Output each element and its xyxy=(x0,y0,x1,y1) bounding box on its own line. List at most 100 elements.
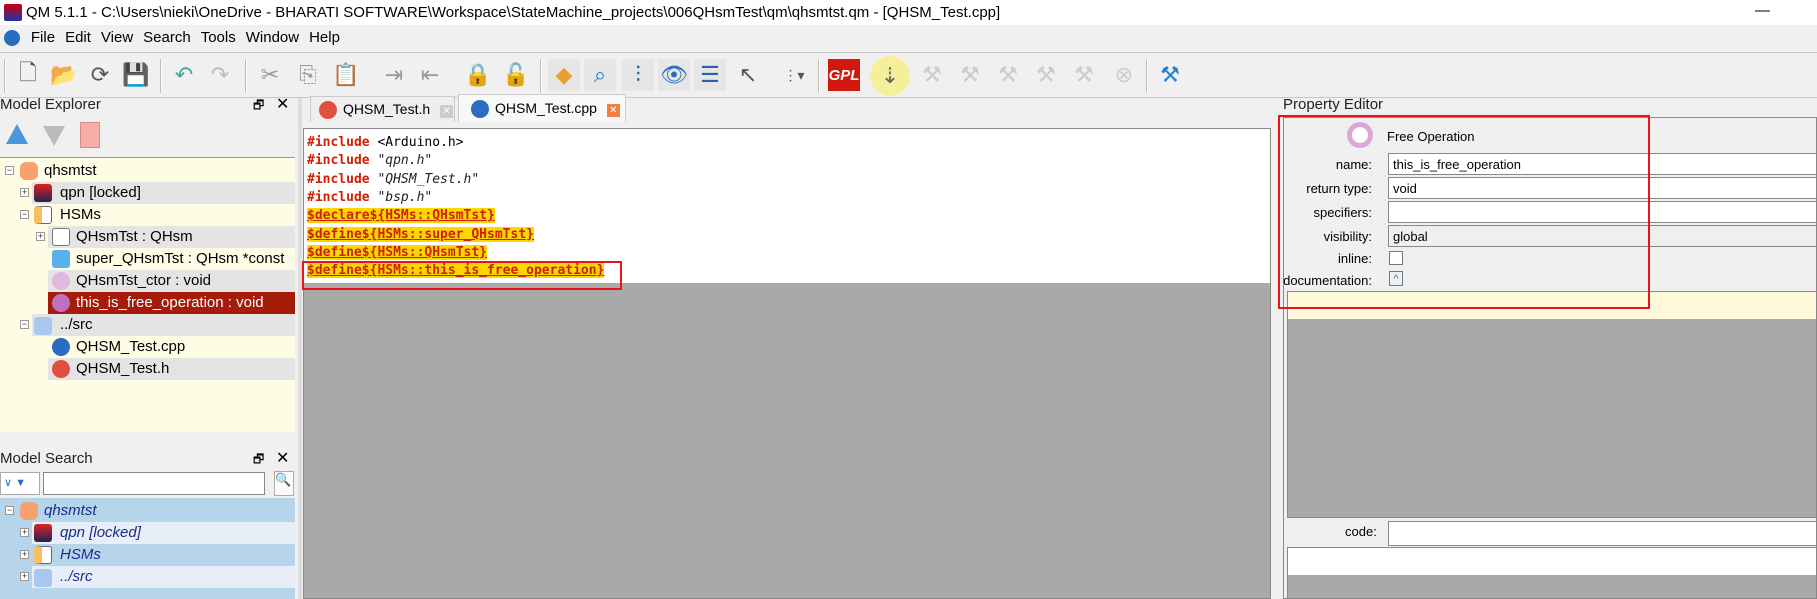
tree-item-super-qhsmtst[interactable]: super_QHsmTst : QHsm *const xyxy=(48,248,295,270)
reload-icon[interactable]: ⟳ xyxy=(84,59,116,91)
app-menu-icon[interactable] xyxy=(4,30,20,46)
model-explorer-title: Model Explorer xyxy=(0,96,101,113)
manage-tools-icon[interactable]: ⚒ xyxy=(1154,59,1186,91)
stop-icon[interactable]: ⊗ xyxy=(1108,59,1140,91)
cut-icon[interactable]: ✂ xyxy=(254,59,286,91)
highlight-box-properties xyxy=(1278,115,1650,309)
close-search-panel-icon[interactable]: ✕ xyxy=(276,448,289,468)
tree-item-qpn[interactable]: + qpn [locked] xyxy=(20,182,295,204)
search-item-qpn[interactable]: + qpn [locked] xyxy=(20,522,295,544)
model-explorer-tree: − qhsmtst + qpn [locked] − HSMs + QHsmTs… xyxy=(0,157,295,432)
splitter-left[interactable] xyxy=(298,98,302,599)
grid-dropdown-icon[interactable]: ⋮▾ xyxy=(778,59,810,91)
menu-window[interactable]: Window xyxy=(241,25,304,50)
menu-file[interactable]: File xyxy=(26,25,60,50)
delete-icon[interactable] xyxy=(80,122,100,148)
properties-icon[interactable]: ⫶ xyxy=(622,59,654,91)
directory-icon xyxy=(34,317,52,335)
lock-icon[interactable]: 🔒 xyxy=(462,59,494,91)
float-panel-icon[interactable]: 🗗 xyxy=(253,96,264,117)
package-folder-icon xyxy=(34,206,52,224)
directory-icon xyxy=(34,569,52,587)
pointer-icon[interactable]: ↖ xyxy=(732,59,764,91)
document-view-icon[interactable]: ☰ xyxy=(694,59,726,91)
debug-icon[interactable]: ⚒ xyxy=(1068,59,1100,91)
property-editor-title: Property Editor xyxy=(1283,96,1384,113)
code-keyword: #include xyxy=(307,171,370,187)
menu-bar: File Edit View Search Tools Window Help xyxy=(0,25,1817,52)
minimize-button[interactable]: — xyxy=(1755,2,1770,19)
menu-search[interactable]: Search xyxy=(138,25,196,50)
move-up-icon[interactable] xyxy=(6,124,28,144)
new-model-icon[interactable]: 🗋 xyxy=(12,59,44,91)
run-icon[interactable]: ⚒ xyxy=(1030,59,1062,91)
class-icon xyxy=(52,228,70,246)
unlock-icon[interactable]: 🔓 xyxy=(500,59,532,91)
code-textarea[interactable] xyxy=(1287,547,1817,599)
close-tab-icon[interactable]: ✕ xyxy=(606,104,620,117)
documentation-textarea[interactable] xyxy=(1287,291,1817,518)
find-icon[interactable]: ⌕ xyxy=(584,59,616,91)
tab-qhsm-test-cpp[interactable]: QHSM_Test.cpp ✕ xyxy=(458,94,626,122)
search-input[interactable] xyxy=(43,472,265,495)
code-line: $define${HSMs::QHsmTst} xyxy=(307,244,488,262)
operation-icon xyxy=(52,294,70,312)
search-item-hsms[interactable]: + HSMs xyxy=(20,544,295,566)
code-text: <Arduino.h> xyxy=(369,135,464,150)
search-item-qhsmtst[interactable]: − qhsmtst xyxy=(0,500,295,522)
save-icon[interactable]: 💾 xyxy=(120,59,152,91)
qp-package-icon xyxy=(34,524,52,542)
tree-item-src[interactable]: − ../src xyxy=(20,314,295,336)
toolbar: 🗋 📂 ⟳ 💾 ↶ ↷ ✂ ⎘ 📋 ⇥ ⇤ 🔒 🔓 ◆ ⌕ ⫶ 👁 ☰ ↖ ⋮▾… xyxy=(0,52,1817,98)
highlight-box-code xyxy=(302,261,622,290)
view-icon[interactable]: 👁 xyxy=(658,59,690,91)
menu-view[interactable]: View xyxy=(96,25,138,50)
redo-icon[interactable]: ↷ xyxy=(204,59,236,91)
code-line: #include "qpn.h" xyxy=(307,152,432,170)
code-editor[interactable] xyxy=(303,128,1271,599)
copy-icon[interactable]: ⎘ xyxy=(292,59,324,91)
code-line: $define${HSMs::super_QHsmTst} xyxy=(307,226,534,244)
link-export-icon[interactable]: ⇥ xyxy=(378,59,410,91)
move-down-icon[interactable] xyxy=(43,126,65,146)
link-import-icon[interactable]: ⇤ xyxy=(414,59,446,91)
tab-qhsm-test-h[interactable]: QHSM_Test.h ✕ xyxy=(310,96,455,122)
model-search-title: Model Search xyxy=(0,450,93,467)
code-line: #include <Arduino.h> xyxy=(307,134,464,152)
operation-icon xyxy=(52,272,70,290)
tree-item-qhsmtst-ctor[interactable]: QHsmTst_ctor : void xyxy=(48,270,295,292)
rebuild-icon[interactable]: ⚒ xyxy=(954,59,986,91)
gpl-license-button[interactable]: GPL xyxy=(828,59,860,91)
menu-tools[interactable]: Tools xyxy=(196,25,241,50)
open-model-icon[interactable]: 📂 xyxy=(48,59,80,91)
close-panel-icon[interactable]: ✕ xyxy=(276,94,289,114)
search-item-src[interactable]: + ../src xyxy=(20,566,295,588)
undo-icon[interactable]: ↶ xyxy=(168,59,200,91)
menu-help[interactable]: Help xyxy=(304,25,345,50)
search-button[interactable]: 🔍 xyxy=(274,471,294,496)
cpp-file-icon xyxy=(52,338,70,356)
code-line: $declare${HSMs::QHsmTst} xyxy=(307,207,495,225)
code-macro: $define${HSMs::super_QHsmTst} xyxy=(307,226,534,242)
tree-item-hsms[interactable]: − HSMs xyxy=(20,204,295,226)
flash-icon[interactable]: ⚒ xyxy=(992,59,1024,91)
generate-code-icon[interactable]: ⇣ xyxy=(870,56,910,96)
float-search-panel-icon[interactable]: 🗗 xyxy=(253,450,264,471)
tree-item-qhsmtst-class[interactable]: + QHsmTst : QHsm xyxy=(36,226,295,248)
tree-item-qhsm-test-h[interactable]: QHSM_Test.h xyxy=(48,358,295,380)
paste-icon[interactable]: 📋 xyxy=(330,59,362,91)
build-icon[interactable]: ⚒ xyxy=(916,59,948,91)
database-icon xyxy=(20,162,38,180)
tree-item-this-is-free-operation[interactable]: this_is_free_operation : void xyxy=(48,292,295,314)
tree-item-qhsm-test-cpp[interactable]: QHSM_Test.cpp xyxy=(48,336,295,358)
code-field[interactable] xyxy=(1388,521,1817,546)
tree-item-qhsmtst[interactable]: − qhsmtst xyxy=(0,160,295,182)
close-tab-icon[interactable]: ✕ xyxy=(440,105,454,118)
qp-package-icon xyxy=(34,184,52,202)
search-options-dropdown[interactable]: ∨ ▼ xyxy=(0,472,40,495)
menu-edit[interactable]: Edit xyxy=(60,25,96,50)
h-file-icon xyxy=(319,101,337,119)
model-search-results: − qhsmtst + qpn [locked] + HSMs + ../src xyxy=(0,498,295,599)
code-keyword: #include xyxy=(307,135,370,150)
diagram-icon[interactable]: ◆ xyxy=(548,59,580,91)
